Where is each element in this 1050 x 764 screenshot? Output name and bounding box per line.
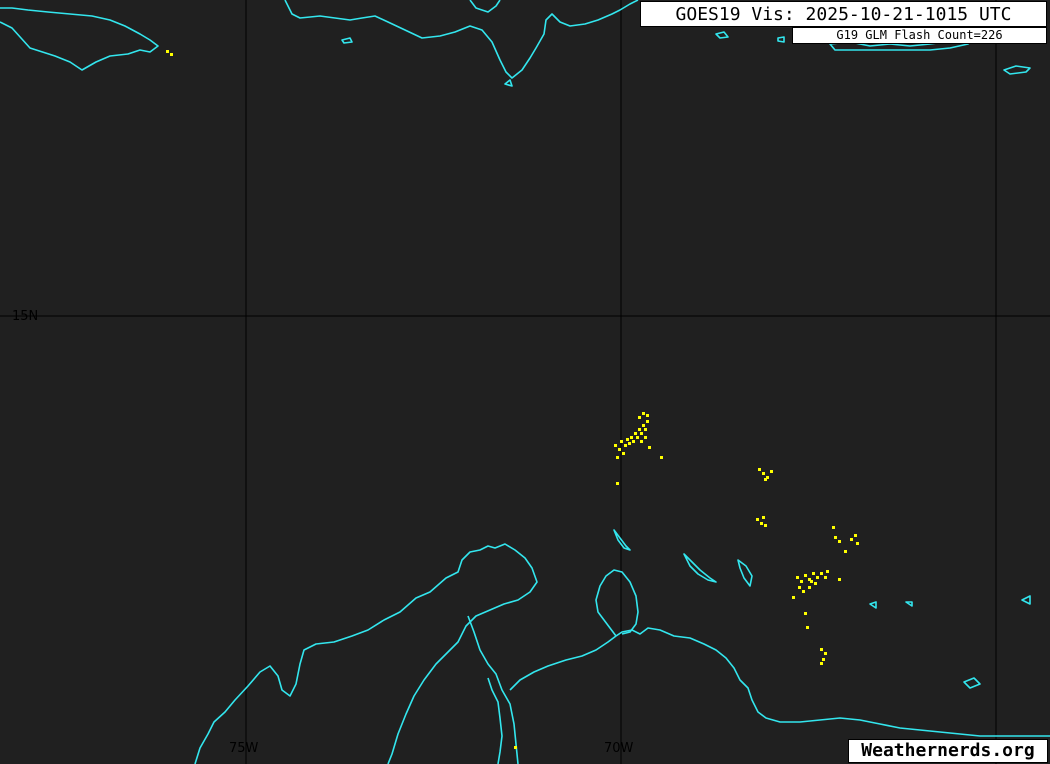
lon-label-70w: 70W [604, 741, 634, 756]
satellite-map [0, 0, 1050, 764]
lat-label-15n: 15N [12, 309, 39, 324]
credit-watermark: Weathernerds.org [848, 739, 1048, 763]
image-title: GOES19 Vis: 2025-10-21-1015 UTC [640, 1, 1047, 27]
satellite-map-frame: 15N 75W 70W GOES19 Vis: 2025-10-21-1015 … [0, 0, 1050, 764]
lon-label-75w: 75W [229, 741, 259, 756]
glm-flash-count-label: G19 GLM Flash Count=226 [792, 27, 1047, 44]
ocean-background [0, 0, 1050, 764]
